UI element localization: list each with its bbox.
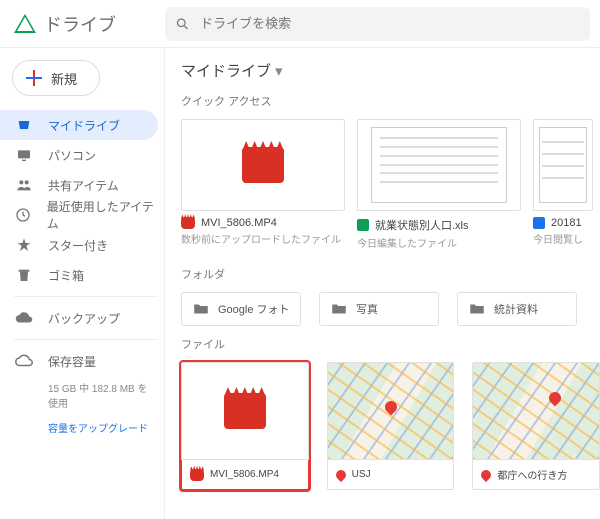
app-name: ドライブ bbox=[44, 11, 116, 37]
video-icon bbox=[224, 393, 266, 429]
people-icon bbox=[14, 175, 34, 195]
quick-title: 20181 bbox=[551, 217, 582, 229]
sidebar: 新規 マイドライブ パソコン 共有アイテム 最近使用したアイテム スター付き ゴ… bbox=[0, 48, 165, 519]
storage-usage: 15 GB 中 182.8 MB を使用 bbox=[0, 376, 164, 410]
app-header: ドライブ bbox=[0, 0, 600, 48]
clock-icon bbox=[14, 205, 33, 225]
files-row: MVI_5806.MP4 USJ 都庁への行き方 bbox=[181, 362, 600, 490]
quick-access-row: MVI_5806.MP4 数秒前にアップロードしたファイル 就業状態別人口.xl… bbox=[181, 119, 600, 250]
sidebar-item-label: スター付き bbox=[48, 237, 108, 254]
sidebar-separator bbox=[14, 339, 158, 340]
folder-label: 統計資料 bbox=[494, 301, 538, 317]
quick-subtitle: 数秒前にアップロードしたファイル bbox=[181, 231, 345, 246]
breadcrumb[interactable]: マイドライブ ▾ bbox=[181, 60, 600, 81]
app-brand[interactable]: ドライブ bbox=[0, 11, 165, 37]
quick-subtitle: 今日閲覧し bbox=[533, 231, 593, 246]
video-icon bbox=[181, 217, 195, 229]
video-icon bbox=[190, 469, 204, 481]
plus-icon bbox=[25, 69, 43, 87]
quick-thumb-doc bbox=[357, 119, 521, 211]
quick-access-card[interactable]: 20181 今日閲覧し bbox=[533, 119, 593, 250]
file-card[interactable]: USJ bbox=[327, 362, 455, 490]
sidebar-item-computers[interactable]: パソコン bbox=[0, 140, 158, 170]
folder-chip[interactable]: Google フォト bbox=[181, 292, 301, 326]
file-thumb-video bbox=[181, 362, 309, 460]
map-pin-icon bbox=[383, 399, 400, 416]
sidebar-item-label: パソコン bbox=[48, 147, 96, 164]
quick-access-heading: クイック アクセス bbox=[181, 93, 600, 109]
sidebar-item-recent[interactable]: 最近使用したアイテム bbox=[0, 200, 158, 230]
folders-row: Google フォト 写真 統計資料 bbox=[181, 292, 600, 326]
file-label: 都庁への行き方 bbox=[497, 467, 567, 482]
sidebar-separator bbox=[14, 296, 158, 297]
file-label: USJ bbox=[352, 469, 371, 480]
file-card[interactable]: 都庁への行き方 bbox=[472, 362, 600, 490]
folder-label: Google フォト bbox=[218, 301, 290, 317]
folder-chip[interactable]: 統計資料 bbox=[457, 292, 577, 326]
computer-icon bbox=[14, 145, 34, 165]
quick-access-card[interactable]: 就業状態別人口.xls 今日編集したファイル bbox=[357, 119, 521, 250]
sidebar-item-label: 最近使用したアイテム bbox=[47, 198, 158, 232]
map-pin-icon bbox=[546, 389, 563, 406]
search-icon bbox=[175, 16, 190, 32]
sidebar-item-label: マイドライブ bbox=[48, 117, 120, 134]
star-icon bbox=[14, 235, 34, 255]
map-pin-icon bbox=[479, 467, 493, 481]
folder-icon bbox=[468, 300, 486, 318]
search-input[interactable] bbox=[198, 15, 580, 32]
chevron-down-icon: ▾ bbox=[275, 62, 283, 80]
quick-thumb-doc bbox=[533, 119, 593, 211]
new-button-label: 新規 bbox=[51, 69, 77, 88]
file-thumb-map bbox=[327, 362, 455, 460]
quick-subtitle: 今日編集したファイル bbox=[357, 235, 521, 250]
folder-icon bbox=[192, 300, 210, 318]
docs-icon bbox=[533, 217, 545, 229]
folder-icon bbox=[330, 300, 348, 318]
sidebar-item-label: バックアップ bbox=[48, 310, 120, 327]
folder-chip[interactable]: 写真 bbox=[319, 292, 439, 326]
sidebar-item-trash[interactable]: ゴミ箱 bbox=[0, 260, 158, 290]
file-card[interactable]: MVI_5806.MP4 bbox=[181, 362, 309, 490]
sidebar-item-my-drive[interactable]: マイドライブ bbox=[0, 110, 158, 140]
new-button[interactable]: 新規 bbox=[12, 60, 100, 96]
storage-upgrade-link[interactable]: 容量をアップグレード bbox=[0, 416, 164, 435]
sidebar-item-label: 共有アイテム bbox=[48, 177, 119, 194]
quick-access-card[interactable]: MVI_5806.MP4 数秒前にアップロードしたファイル bbox=[181, 119, 345, 250]
sidebar-item-storage[interactable]: 保存容量 bbox=[0, 346, 158, 376]
sheets-icon bbox=[357, 219, 369, 231]
cloud-outline-icon bbox=[14, 351, 34, 371]
quick-title: MVI_5806.MP4 bbox=[201, 217, 277, 229]
folder-label: 写真 bbox=[356, 301, 378, 317]
file-thumb-map bbox=[472, 362, 600, 460]
cloud-icon bbox=[14, 308, 34, 328]
quick-thumb-video bbox=[181, 119, 345, 211]
folders-heading: フォルダ bbox=[181, 266, 600, 282]
quick-title: 就業状態別人口.xls bbox=[375, 217, 469, 233]
breadcrumb-label: マイドライブ bbox=[181, 60, 271, 81]
map-pin-icon bbox=[334, 467, 348, 481]
drive-logo-icon bbox=[14, 14, 36, 34]
sidebar-item-label: 保存容量 bbox=[48, 353, 96, 370]
sidebar-item-label: ゴミ箱 bbox=[48, 267, 84, 284]
drive-icon bbox=[14, 115, 34, 135]
search-bar[interactable] bbox=[165, 7, 590, 41]
sidebar-item-backup[interactable]: バックアップ bbox=[0, 303, 158, 333]
sidebar-item-starred[interactable]: スター付き bbox=[0, 230, 158, 260]
video-icon bbox=[242, 147, 284, 183]
files-heading: ファイル bbox=[181, 336, 600, 352]
sidebar-item-shared[interactable]: 共有アイテム bbox=[0, 170, 158, 200]
main-content: マイドライブ ▾ クイック アクセス MVI_5806.MP4 数秒前にアップロ… bbox=[165, 48, 600, 519]
file-label: MVI_5806.MP4 bbox=[210, 469, 279, 480]
trash-icon bbox=[14, 265, 34, 285]
